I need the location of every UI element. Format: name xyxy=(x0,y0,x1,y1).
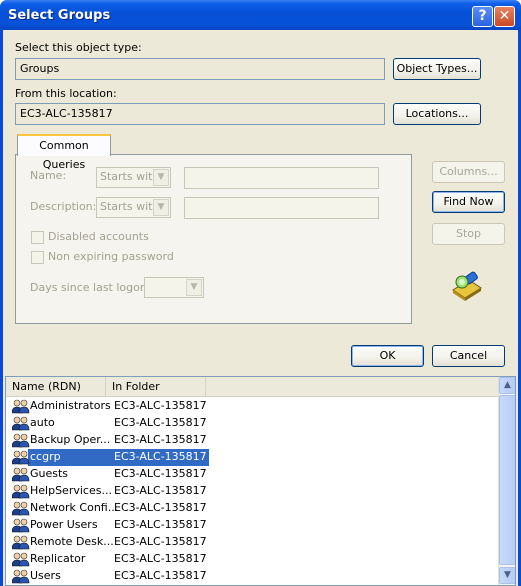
row-folder: EC3-ALC-135817 xyxy=(114,569,207,582)
table-row[interactable]: Backup Oper... EC3-ALC-135817 xyxy=(6,432,499,449)
row-name: ccgrp xyxy=(30,450,61,463)
row-folder: EC3-ALC-135817 xyxy=(114,399,207,412)
table-row[interactable]: Network Confi... EC3-ALC-135817 xyxy=(6,500,499,517)
row-folder: EC3-ALC-135817 xyxy=(114,501,207,514)
group-icon xyxy=(11,399,30,414)
help-button[interactable]: ? xyxy=(472,6,493,27)
close-button[interactable]: ✕ xyxy=(494,6,515,27)
scroll-up-button[interactable]: ▲ xyxy=(499,377,515,394)
table-row[interactable]: auto EC3-ALC-135817 xyxy=(6,415,499,432)
non-expiring-label: Non expiring password xyxy=(48,250,174,263)
table-row[interactable]: HelpServices... EC3-ALC-135817 xyxy=(6,483,499,500)
row-name: Remote Desk... xyxy=(30,535,114,548)
group-icon xyxy=(11,569,30,584)
row-name: auto xyxy=(30,416,55,429)
group-icon xyxy=(11,450,30,465)
row-name: Replicator xyxy=(30,552,86,565)
location-field: EC3-ALC-135817 xyxy=(15,103,385,125)
column-header-name[interactable]: Name (RDN) xyxy=(6,377,106,396)
table-row[interactable]: ccgrp EC3-ALC-135817 xyxy=(6,449,499,466)
window-title: Select Groups xyxy=(8,8,111,23)
tab-common-queries[interactable]: Common Queries xyxy=(17,134,111,171)
row-name: Power Users xyxy=(30,518,98,531)
select-groups-window: Select Groups ? ✕ Select this object typ… xyxy=(0,0,521,586)
row-folder: EC3-ALC-135817 xyxy=(114,450,207,463)
table-row[interactable]: Administrators EC3-ALC-135817 xyxy=(6,398,499,415)
scroll-down-button[interactable]: ▼ xyxy=(499,567,515,584)
table-row[interactable]: Guests EC3-ALC-135817 xyxy=(6,466,499,483)
chevron-down-icon: ▼ xyxy=(186,279,202,296)
table-row[interactable]: Users EC3-ALC-135817 xyxy=(6,568,499,585)
chevron-down-icon: ▼ xyxy=(153,169,169,186)
columns-button[interactable]: Columns... xyxy=(432,161,505,183)
row-folder: EC3-ALC-135817 xyxy=(114,518,207,531)
row-name: Administrators xyxy=(30,399,111,412)
row-folder: EC3-ALC-135817 xyxy=(114,433,207,446)
group-icon xyxy=(11,416,30,431)
row-name: Backup Oper... xyxy=(30,433,111,446)
group-icon xyxy=(11,484,30,499)
row-name: HelpServices... xyxy=(30,484,112,497)
table-row[interactable]: Power Users EC3-ALC-135817 xyxy=(6,517,499,534)
vertical-scrollbar[interactable]: ▲ ▼ xyxy=(498,377,515,585)
scroll-thumb[interactable] xyxy=(499,395,515,565)
name-match-value: Starts with xyxy=(100,170,160,183)
object-type-field: Groups xyxy=(15,58,385,80)
non-expiring-checkbox xyxy=(31,251,44,264)
description-match-value: Starts with xyxy=(100,200,160,213)
object-type-label: Select this object type: xyxy=(15,41,142,54)
dialog-client: Select this object type: Groups Object T… xyxy=(3,30,518,586)
row-folder: EC3-ALC-135817 xyxy=(114,467,207,480)
results-header: Name (RDN) In Folder xyxy=(6,377,499,397)
table-row[interactable]: Replicator EC3-ALC-135817 xyxy=(6,551,499,568)
row-name: Network Confi... xyxy=(30,501,119,514)
disabled-accounts-label: Disabled accounts xyxy=(48,230,149,243)
days-since-combo: ▼ xyxy=(144,277,204,298)
cancel-button[interactable]: Cancel xyxy=(432,345,505,367)
common-queries-panel: Name: Starts with ▼ Description: Starts … xyxy=(15,154,412,324)
group-icon xyxy=(11,501,30,516)
row-folder: EC3-ALC-135817 xyxy=(114,484,207,497)
title-bar[interactable]: Select Groups ? ✕ xyxy=(0,0,521,30)
stop-button[interactable]: Stop xyxy=(432,223,505,245)
ok-button[interactable]: OK xyxy=(351,345,424,367)
row-name: Users xyxy=(30,569,61,582)
group-icon xyxy=(11,518,30,533)
question-mark-icon: ? xyxy=(478,8,487,24)
close-icon: ✕ xyxy=(498,8,511,24)
table-row[interactable]: Remote Desk... EC3-ALC-135817 xyxy=(6,534,499,551)
description-input xyxy=(184,197,379,219)
row-folder: EC3-ALC-135817 xyxy=(114,552,207,565)
search-results-list[interactable]: Name (RDN) In Folder Administrators EC3-A… xyxy=(5,376,516,586)
group-icon xyxy=(11,467,30,482)
locations-button-label: Locations... xyxy=(405,107,469,120)
chevron-up-icon: ▲ xyxy=(504,380,511,390)
group-icon xyxy=(11,535,30,550)
object-types-button-label: Object Types... xyxy=(396,62,478,75)
row-folder: EC3-ALC-135817 xyxy=(114,535,207,548)
description-label: Description: xyxy=(30,200,97,213)
row-name: Guests xyxy=(30,467,69,480)
chevron-down-icon: ▼ xyxy=(153,199,169,216)
search-flashlight-icon xyxy=(452,271,482,301)
name-input xyxy=(184,167,379,189)
locations-button[interactable]: Locations... xyxy=(393,103,481,125)
group-icon xyxy=(11,552,30,567)
row-folder: EC3-ALC-135817 xyxy=(114,416,207,429)
description-match-combo: Starts with ▼ xyxy=(96,197,171,218)
find-now-button[interactable]: Find Now xyxy=(432,191,505,213)
name-match-combo: Starts with ▼ xyxy=(96,167,171,188)
location-label: From this location: xyxy=(15,87,117,100)
object-types-button[interactable]: Object Types... xyxy=(393,58,481,80)
chevron-down-icon: ▼ xyxy=(504,570,511,580)
disabled-accounts-checkbox xyxy=(31,231,44,244)
days-since-label: Days since last logon: xyxy=(30,281,151,294)
column-header-folder[interactable]: In Folder xyxy=(106,377,206,396)
group-icon xyxy=(11,433,30,448)
